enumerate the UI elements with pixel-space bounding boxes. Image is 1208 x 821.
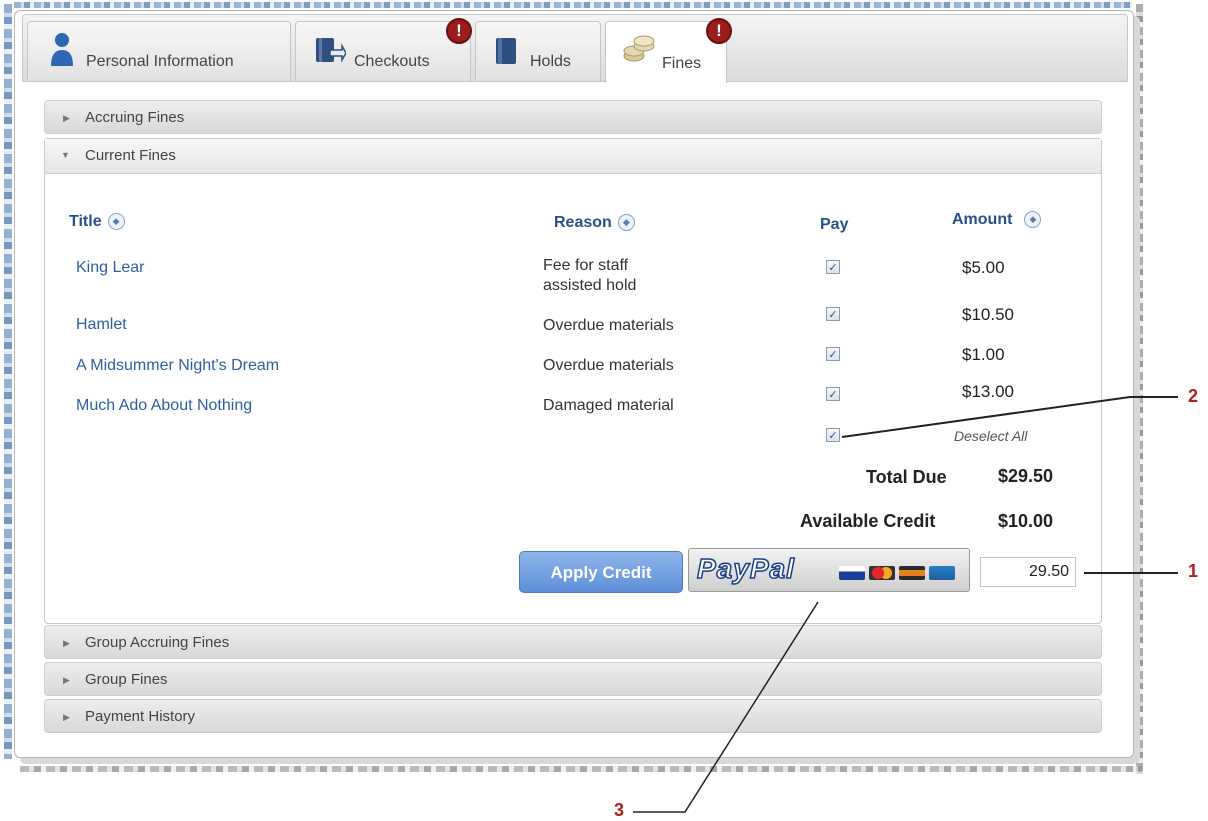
callout-number-3: 3 [614, 800, 625, 820]
callout-number-2: 2 [1188, 386, 1199, 406]
callout-lines-svg [633, 396, 1178, 813]
callout-line-3 [633, 601, 819, 813]
callout-line-2 [841, 396, 1178, 438]
